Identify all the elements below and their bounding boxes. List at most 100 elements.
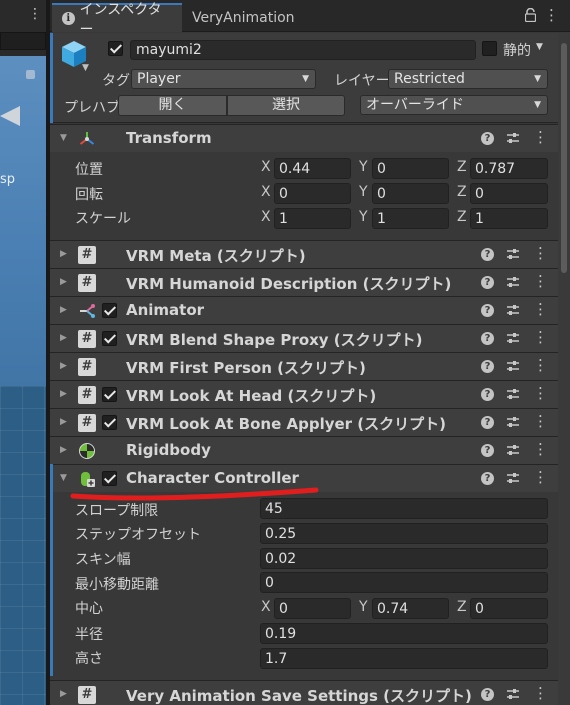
component-header-vrm-humanoid-description[interactable]: ▶ # VRM Humanoid Description (スクリプト) ? ⋮: [50, 268, 570, 296]
component-header-very-animation-save-settings[interactable]: ▶ # Very Animation Save Settings (スクリプト)…: [50, 680, 570, 705]
preset-sliders-icon[interactable]: [505, 470, 521, 486]
preset-sliders-icon[interactable]: [505, 686, 521, 702]
scale-x-field[interactable]: 1: [274, 208, 351, 229]
component-enabled-checkbox[interactable]: [102, 303, 117, 318]
fold-collapsed-icon[interactable]: ▶: [60, 417, 67, 427]
static-dropdown-chevron-icon[interactable]: ▼: [536, 42, 543, 52]
component-header-vrm-look-at-bone-applyer[interactable]: ▶ # VRM Look At Bone Applyer (スクリプト) ? ⋮: [50, 408, 570, 436]
help-icon[interactable]: ?: [481, 304, 494, 317]
component-menu-icon[interactable]: ⋮: [533, 128, 548, 146]
component-header-vrm-first-person[interactable]: ▶ # VRM First Person (スクリプト) ? ⋮: [50, 352, 570, 380]
center-y-field[interactable]: 0.74: [372, 598, 449, 619]
component-header-rigidbody[interactable]: ▶ Rigidbody ? ⋮: [50, 436, 570, 464]
height-field[interactable]: 1.7: [260, 648, 548, 669]
component-enabled-checkbox[interactable]: [102, 331, 117, 346]
help-icon[interactable]: ?: [481, 472, 494, 485]
min-move-distance-field[interactable]: 0: [260, 572, 548, 593]
overrides-dropdown[interactable]: オーバーライド ▼: [360, 95, 548, 115]
position-z-field[interactable]: 0.787: [470, 158, 548, 179]
help-icon[interactable]: ?: [481, 332, 494, 345]
component-header-vrm-blend-shape-proxy[interactable]: ▶ # VRM Blend Shape Proxy (スクリプト) ? ⋮: [50, 324, 570, 352]
preset-sliders-icon[interactable]: [505, 246, 521, 262]
scene-menu-icon[interactable]: ⋮: [28, 6, 42, 22]
component-enabled-checkbox[interactable]: [102, 415, 117, 430]
rotation-x-field[interactable]: 0: [274, 183, 351, 204]
fold-collapsed-icon[interactable]: ▶: [60, 361, 67, 371]
position-x-field[interactable]: 0.44: [274, 158, 351, 179]
preset-sliders-icon[interactable]: [505, 414, 521, 430]
component-menu-icon[interactable]: ⋮: [533, 356, 548, 374]
fold-collapsed-icon[interactable]: ▶: [60, 389, 67, 399]
component-menu-icon[interactable]: ⋮: [533, 468, 548, 486]
component-menu-icon[interactable]: ⋮: [533, 300, 548, 318]
skin-width-field[interactable]: 0.02: [260, 548, 548, 569]
inspector-scrollbar[interactable]: [558, 33, 570, 705]
rotation-y-field[interactable]: 0: [372, 183, 449, 204]
preset-sliders-icon[interactable]: [505, 274, 521, 290]
component-menu-icon[interactable]: ⋮: [533, 684, 548, 702]
help-icon[interactable]: ?: [481, 416, 494, 429]
component-header-transform[interactable]: ▼ Transform ? ⋮: [50, 124, 570, 152]
axis-z-label: Z: [457, 209, 467, 225]
component-menu-icon[interactable]: ⋮: [533, 328, 548, 346]
axis-z-label: Z: [457, 599, 467, 615]
help-icon[interactable]: ?: [481, 688, 494, 701]
step-offset-field[interactable]: 0.25: [260, 523, 548, 544]
fold-expanded-icon[interactable]: ▼: [60, 473, 67, 483]
component-header-character-controller[interactable]: ▼ Character Controller ? ⋮: [50, 464, 570, 492]
tab-inspector[interactable]: i インスペクター: [52, 2, 182, 38]
gameobject-name-field[interactable]: mayumi2: [130, 40, 476, 60]
preset-sliders-icon[interactable]: [505, 386, 521, 402]
preset-sliders-icon[interactable]: [505, 130, 521, 146]
tab-very-animation[interactable]: VeryAnimation: [182, 3, 322, 32]
component-menu-icon[interactable]: ⋮: [533, 272, 548, 290]
fold-expanded-icon[interactable]: ▼: [60, 133, 67, 143]
scale-y-field[interactable]: 1: [372, 208, 449, 229]
fold-collapsed-icon[interactable]: ▶: [60, 689, 67, 699]
center-z-field[interactable]: 0: [470, 598, 548, 619]
fold-collapsed-icon[interactable]: ▶: [60, 305, 67, 315]
scene-search-field[interactable]: [0, 32, 46, 50]
scrollbar-thumb[interactable]: [561, 43, 567, 273]
lock-icon[interactable]: [525, 8, 536, 22]
position-y-field[interactable]: 0: [372, 158, 449, 179]
component-header-animator[interactable]: ▶ Animator ? ⋮: [50, 296, 570, 324]
component-title: VRM Blend Shape Proxy (スクリプト): [126, 331, 423, 349]
axis-y-label: Y: [359, 159, 368, 175]
scale-z-field[interactable]: 1: [470, 208, 548, 229]
icon-dropdown-chevron-icon[interactable]: ▼: [82, 63, 89, 73]
radius-field[interactable]: 0.19: [260, 623, 548, 644]
fold-collapsed-icon[interactable]: ▶: [60, 277, 67, 287]
component-header-vrm-look-at-head[interactable]: ▶ # VRM Look At Head (スクリプト) ? ⋮: [50, 380, 570, 408]
component-menu-icon[interactable]: ⋮: [533, 412, 548, 430]
component-enabled-checkbox[interactable]: [102, 387, 117, 402]
help-icon[interactable]: ?: [481, 360, 494, 373]
fold-collapsed-icon[interactable]: ▶: [60, 249, 67, 259]
component-menu-icon[interactable]: ⋮: [533, 244, 548, 262]
help-icon[interactable]: ?: [481, 248, 494, 261]
component-enabled-checkbox[interactable]: [102, 471, 117, 486]
preset-sliders-icon[interactable]: [505, 302, 521, 318]
rotation-z-field[interactable]: 0: [470, 183, 548, 204]
open-prefab-button[interactable]: 開く: [118, 95, 227, 116]
component-header-vrm-meta[interactable]: ▶ # VRM Meta (スクリプト) ? ⋮: [50, 240, 570, 268]
fold-collapsed-icon[interactable]: ▶: [60, 333, 67, 343]
active-checkbox[interactable]: [108, 41, 123, 56]
layer-dropdown[interactable]: Restricted ▼: [388, 69, 548, 89]
preset-sliders-icon[interactable]: [505, 330, 521, 346]
help-icon[interactable]: ?: [481, 388, 494, 401]
preset-sliders-icon[interactable]: [505, 358, 521, 374]
slope-limit-field[interactable]: 45: [260, 498, 548, 519]
static-checkbox[interactable]: [482, 41, 497, 56]
tag-dropdown[interactable]: Player ▼: [131, 69, 316, 89]
fold-collapsed-icon[interactable]: ▶: [60, 445, 67, 455]
tab-menu-icon[interactable]: ⋮: [544, 6, 559, 24]
preset-sliders-icon[interactable]: [505, 442, 521, 458]
help-icon[interactable]: ?: [481, 132, 494, 145]
component-menu-icon[interactable]: ⋮: [533, 384, 548, 402]
help-icon[interactable]: ?: [481, 276, 494, 289]
select-prefab-button[interactable]: 選択: [227, 95, 345, 116]
component-menu-icon[interactable]: ⋮: [533, 440, 548, 458]
center-x-field[interactable]: 0: [274, 598, 351, 619]
help-icon[interactable]: ?: [481, 444, 494, 457]
